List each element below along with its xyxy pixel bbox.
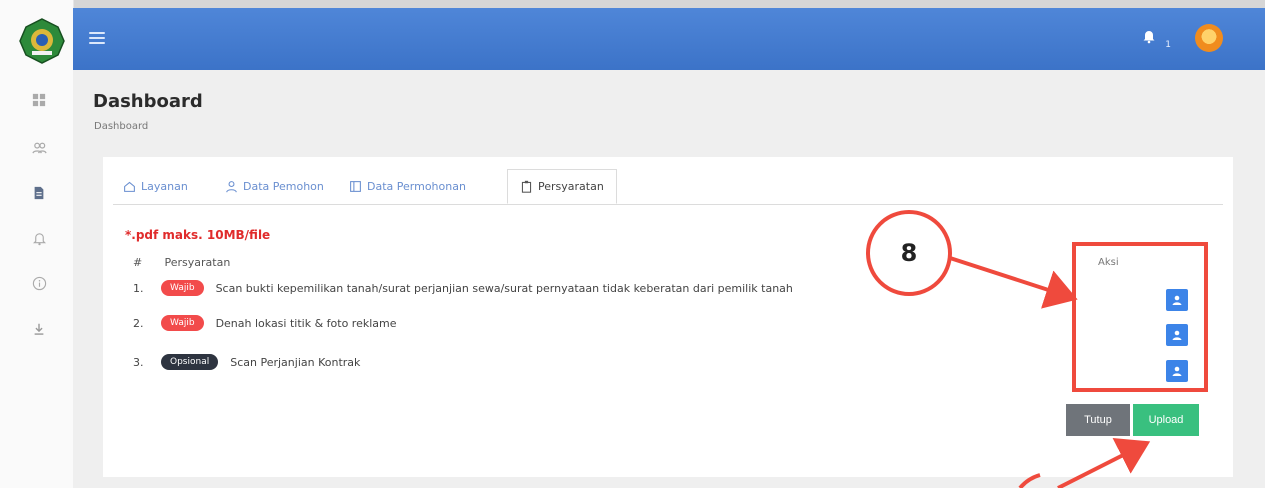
- bell-icon[interactable]: [28, 227, 50, 249]
- tab-label: Layanan: [141, 180, 188, 193]
- user-icon: [226, 181, 237, 193]
- upload-button[interactable]: Upload: [1133, 404, 1199, 436]
- table-header: # Persyaratan: [133, 256, 230, 269]
- logo: [18, 17, 66, 65]
- column-requirement: Persyaratan: [164, 256, 231, 269]
- row-number: 3.: [133, 355, 144, 369]
- annotation-highlight-box: [1072, 242, 1208, 392]
- requirement-text: Scan Perjanjian Kontrak: [230, 355, 361, 369]
- requirements-card: Layanan Data Pemohon Data Permohonan Per…: [103, 157, 1233, 477]
- user-avatar[interactable]: [1195, 24, 1223, 52]
- info-icon[interactable]: [28, 272, 50, 294]
- file-size-note: *.pdf maks. 10MB/file: [125, 228, 271, 242]
- users-icon[interactable]: [28, 136, 50, 158]
- annotation-step-marker: 8: [866, 210, 952, 296]
- tab-bar: Layanan Data Pemohon Data Permohonan Per…: [113, 169, 1223, 205]
- row-number: 1.: [133, 281, 144, 295]
- page-title: Dashboard: [93, 91, 203, 112]
- tab-label: Data Pemohon: [243, 180, 324, 193]
- table-row: 1. Wajib Scan bukti kepemilikan tanah/su…: [133, 277, 793, 299]
- required-badge: Wajib: [161, 315, 204, 331]
- table-row: 2. Wajib Denah lokasi titik & foto rekla…: [133, 312, 397, 334]
- table-row: 3. Opsional Scan Perjanjian Kontrak: [133, 351, 360, 373]
- document-icon[interactable]: [28, 182, 50, 204]
- menu-toggle-icon[interactable]: [89, 32, 105, 44]
- dashboard-icon[interactable]: [28, 89, 50, 111]
- tab-data-pemohon[interactable]: Data Pemohon: [225, 169, 324, 204]
- sidebar: [0, 0, 74, 488]
- document-icon: [350, 181, 361, 192]
- close-button[interactable]: Tutup: [1066, 404, 1130, 436]
- row-number: 2.: [133, 316, 144, 330]
- tab-label: Data Permohonan: [367, 180, 466, 193]
- required-badge: Wajib: [161, 280, 204, 296]
- home-icon: [124, 181, 135, 192]
- clipboard-icon: [521, 180, 532, 193]
- notification-count: 1: [1165, 40, 1171, 50]
- tab-data-permohonan[interactable]: Data Permohonan: [349, 169, 466, 204]
- requirement-text: Scan bukti kepemilikan tanah/surat perja…: [215, 281, 793, 295]
- tab-persyaratan[interactable]: Persyaratan: [507, 169, 617, 204]
- notification-bell-icon[interactable]: [1141, 28, 1161, 48]
- breadcrumb: Dashboard: [94, 121, 149, 132]
- tab-label: Persyaratan: [538, 180, 604, 193]
- requirement-text: Denah lokasi titik & foto reklame: [215, 316, 397, 330]
- download-icon[interactable]: [28, 318, 50, 340]
- optional-badge: Opsional: [161, 354, 219, 370]
- top-navbar: 1: [73, 8, 1265, 70]
- column-number: #: [133, 256, 143, 269]
- tab-layanan[interactable]: Layanan: [123, 169, 188, 204]
